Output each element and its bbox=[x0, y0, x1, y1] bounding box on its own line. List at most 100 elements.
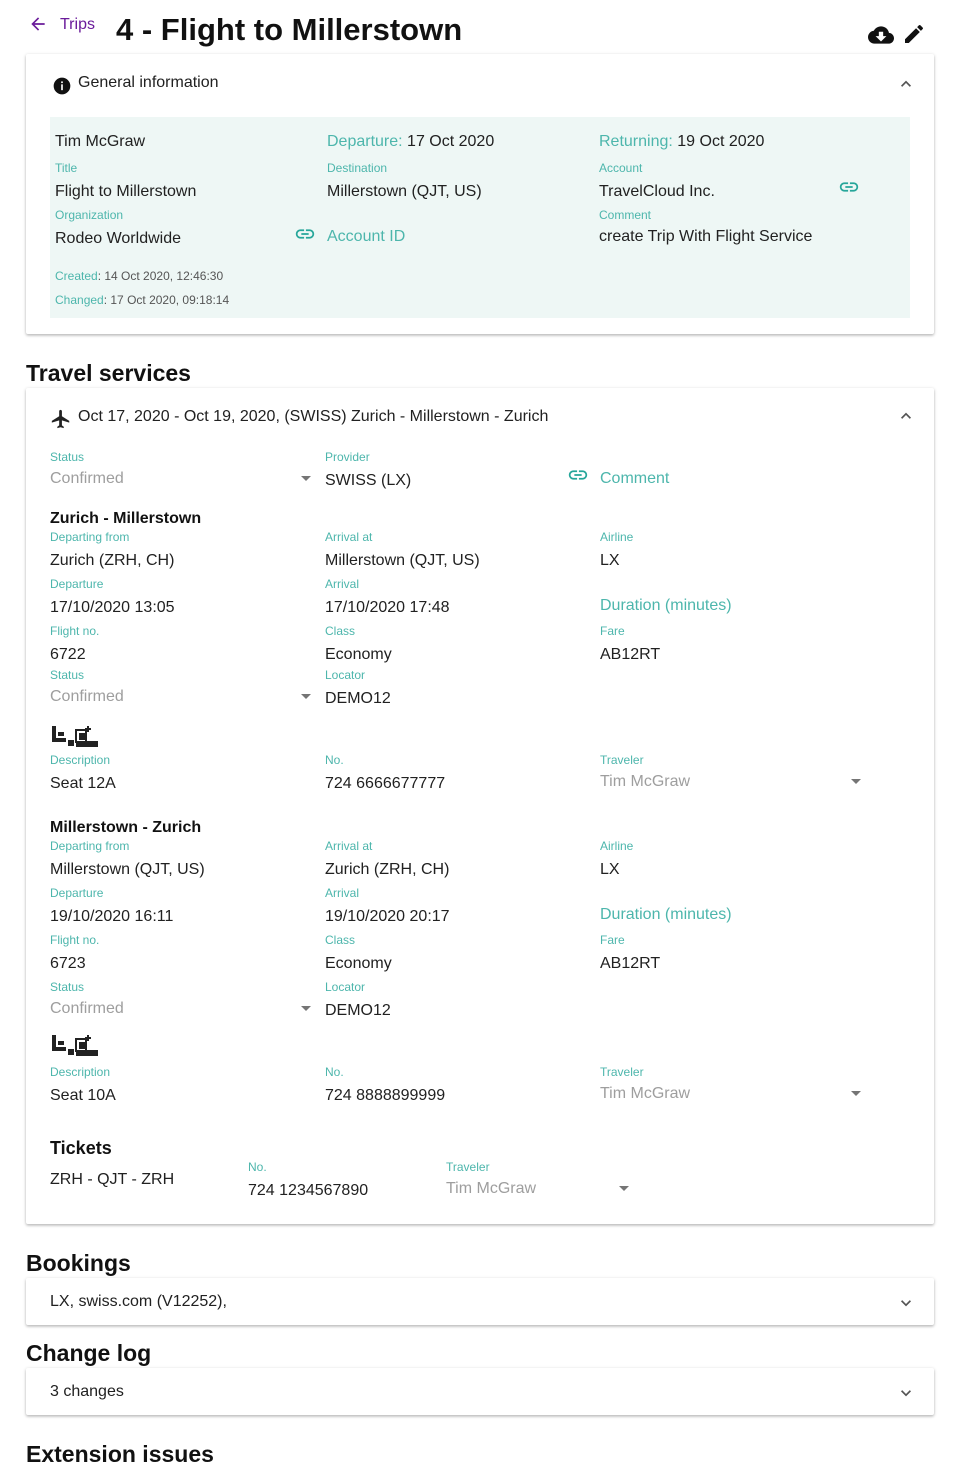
comment-label: Comment bbox=[599, 208, 652, 222]
organization-link-icon[interactable] bbox=[294, 223, 316, 245]
departing-from-value: Zurich (ZRH, CH) bbox=[50, 552, 175, 569]
segment-status-select[interactable]: Confirmed bbox=[50, 1000, 124, 1018]
dropdown-arrow-icon[interactable] bbox=[851, 1091, 861, 1096]
arrival-at-label: Arrival at bbox=[325, 530, 373, 544]
flight-no-label: Flight no. bbox=[50, 933, 100, 947]
general-information-heading: General information bbox=[78, 74, 219, 91]
arrival-at-value: Millerstown (QJT, US) bbox=[325, 552, 480, 569]
departure-summary: Departure: 17 Oct 2020 bbox=[327, 133, 494, 151]
returning-summary: Returning: 19 Oct 2020 bbox=[599, 133, 764, 151]
departure-value: 17/10/2020 13:05 bbox=[50, 599, 175, 616]
change-log-card[interactable]: 3 changes bbox=[26, 1368, 934, 1415]
provider-label: Provider bbox=[325, 450, 370, 464]
segment-title: Millerstown - Zurich bbox=[50, 819, 202, 836]
travel-services-heading: Travel services bbox=[26, 360, 191, 386]
duration-field[interactable]: Duration (minutes) bbox=[600, 597, 732, 615]
class-value: Economy bbox=[325, 955, 392, 972]
travel-service-card: Oct 17, 2020 - Oct 19, 2020, (SWISS) Zur… bbox=[26, 388, 934, 1224]
duration-field[interactable]: Duration (minutes) bbox=[600, 906, 732, 924]
ticket-no-value: 724 8888899999 bbox=[325, 1087, 446, 1104]
locator-label: Locator bbox=[325, 980, 366, 994]
traveler-label: Traveler bbox=[600, 1065, 644, 1079]
changed-label: Changed bbox=[55, 293, 104, 307]
arrival-at-label: Arrival at bbox=[325, 839, 373, 853]
flight-segment-2: Millerstown - Zurich Departing from Mill… bbox=[26, 819, 934, 1119]
bookings-heading: Bookings bbox=[26, 1250, 131, 1276]
info-icon bbox=[52, 76, 72, 96]
dropdown-arrow-icon[interactable] bbox=[851, 779, 861, 784]
flight-no-value: 6723 bbox=[50, 955, 86, 972]
description-value: Seat 12A bbox=[50, 775, 116, 792]
fare-label: Fare bbox=[600, 624, 625, 638]
title-label: Title bbox=[55, 161, 78, 175]
change-log-summary[interactable]: 3 changes bbox=[50, 1383, 124, 1401]
departure-label: Departure bbox=[50, 577, 104, 591]
pencil-icon[interactable] bbox=[902, 22, 928, 48]
arrival-label: Arrival bbox=[325, 886, 360, 900]
chevron-up-icon[interactable] bbox=[896, 74, 916, 94]
service-header[interactable]: Oct 17, 2020 - Oct 19, 2020, (SWISS) Zur… bbox=[78, 408, 548, 426]
general-details-panel: Tim McGraw Departure: 17 Oct 2020 Return… bbox=[50, 117, 910, 318]
departing-from-value: Millerstown (QJT, US) bbox=[50, 861, 205, 878]
provider-link-icon[interactable] bbox=[567, 464, 589, 486]
chevron-down-icon[interactable] bbox=[896, 1293, 916, 1313]
ticket-route: ZRH - QJT - ZRH bbox=[50, 1171, 175, 1188]
back-arrow-icon[interactable] bbox=[28, 14, 48, 34]
class-label: Class bbox=[325, 933, 356, 947]
ticket-no-label: No. bbox=[248, 1160, 267, 1174]
changed-value: : 17 Oct 2020, 09:18:14 bbox=[103, 293, 230, 307]
traveler-select[interactable]: Tim McGraw bbox=[600, 773, 690, 791]
organization-value: Rodeo Worldwide bbox=[55, 230, 181, 247]
bookings-summary[interactable]: LX, swiss.com (V12252), bbox=[50, 1293, 227, 1311]
flight-no-label: Flight no. bbox=[50, 624, 100, 638]
chevron-down-icon[interactable] bbox=[896, 1383, 916, 1403]
arrival-value: 17/10/2020 17:48 bbox=[325, 599, 450, 616]
description-value: Seat 10A bbox=[50, 1087, 116, 1104]
locator-value: DEMO12 bbox=[325, 690, 391, 707]
description-label: Description bbox=[50, 1065, 111, 1079]
account-value: TravelCloud Inc. bbox=[599, 183, 715, 200]
changed-info: Changed: 17 Oct 2020, 09:18:14 bbox=[55, 293, 229, 307]
dropdown-arrow-icon[interactable] bbox=[301, 1006, 311, 1011]
airline-label: Airline bbox=[600, 530, 634, 544]
chevron-up-icon[interactable] bbox=[896, 406, 916, 426]
service-comment-field[interactable]: Comment bbox=[600, 470, 669, 488]
segment-status-label: Status bbox=[50, 980, 85, 994]
dropdown-arrow-icon[interactable] bbox=[619, 1186, 629, 1191]
provider-value: SWISS (LX) bbox=[325, 472, 412, 489]
airline-value: LX bbox=[600, 861, 620, 878]
comment-value: create Trip With Flight Service bbox=[599, 228, 813, 245]
service-status-select[interactable]: Confirmed bbox=[50, 470, 124, 488]
change-log-heading: Change log bbox=[26, 1340, 152, 1366]
account-link-icon[interactable] bbox=[838, 176, 860, 198]
cloud-download-icon[interactable] bbox=[868, 22, 894, 48]
segment-status-label: Status bbox=[50, 668, 85, 682]
page-title: 4 - Flight to Millerstown bbox=[116, 12, 463, 47]
traveler-name: Tim McGraw bbox=[55, 133, 146, 150]
description-label: Description bbox=[50, 753, 111, 767]
fare-value: AB12RT bbox=[600, 646, 661, 663]
flight-no-value: 6722 bbox=[50, 646, 86, 663]
locator-label: Locator bbox=[325, 668, 366, 682]
bookings-card[interactable]: LX, swiss.com (V12252), bbox=[26, 1278, 934, 1325]
traveler-select[interactable]: Tim McGraw bbox=[600, 1085, 690, 1103]
traveler-label: Traveler bbox=[600, 753, 644, 767]
locator-value: DEMO12 bbox=[325, 1002, 391, 1019]
departing-from-label: Departing from bbox=[50, 839, 130, 853]
ticket-traveler-label: Traveler bbox=[446, 1160, 490, 1174]
fare-value: AB12RT bbox=[600, 955, 661, 972]
returning-value: 19 Oct 2020 bbox=[677, 133, 765, 150]
segment-status-select[interactable]: Confirmed bbox=[50, 688, 124, 706]
arrival-label: Arrival bbox=[325, 577, 360, 591]
created-info: Created: 14 Oct 2020, 12:46:30 bbox=[55, 269, 223, 283]
fare-label: Fare bbox=[600, 933, 625, 947]
dropdown-arrow-icon[interactable] bbox=[301, 694, 311, 699]
account-id-field[interactable]: Account ID bbox=[327, 228, 405, 246]
back-to-trips-link[interactable]: Trips bbox=[60, 16, 95, 34]
departure-value: 17 Oct 2020 bbox=[407, 133, 495, 150]
created-value: : 14 Oct 2020, 12:46:30 bbox=[97, 269, 224, 283]
account-label: Account bbox=[599, 161, 643, 175]
ticket-traveler-select[interactable]: Tim McGraw bbox=[446, 1180, 536, 1198]
departure-value: 19/10/2020 16:11 bbox=[50, 908, 174, 925]
dropdown-arrow-icon[interactable] bbox=[301, 476, 311, 481]
